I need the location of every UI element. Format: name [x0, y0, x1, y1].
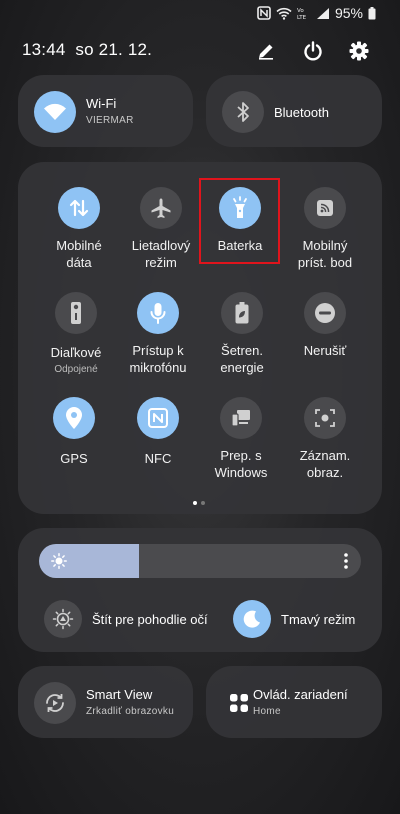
power-icon[interactable] — [300, 38, 326, 64]
tile-label: Diaľkové — [50, 345, 102, 360]
tile-nfc[interactable]: NFC — [115, 397, 201, 467]
smart-view-sub: Zrkadliť obrazovku — [86, 706, 175, 717]
page-indicator — [193, 501, 205, 505]
tile-power-saving[interactable]: Šetren. energie — [199, 292, 285, 376]
sun-icon — [51, 553, 67, 574]
device-control-sub: Home — [253, 706, 281, 717]
link-to-windows-icon[interactable] — [220, 397, 262, 439]
settings-gear-icon[interactable] — [346, 38, 372, 64]
wifi-tile[interactable]: Wi-Fi VIERMAR — [18, 75, 193, 147]
tile-label: GPS — [60, 451, 88, 466]
eye-comfort-label: Štít pre pohodlie očí — [92, 611, 208, 627]
tile-label: Prep. s Windows — [214, 448, 268, 480]
microphone-icon[interactable] — [137, 292, 179, 334]
tile-label: NFC — [144, 451, 172, 466]
battery-percent: 95% — [334, 5, 363, 21]
tile-label: Šetren. energie — [220, 343, 264, 375]
status-bar: Vo LTE 95% — [257, 4, 376, 22]
bluetooth-icon[interactable] — [222, 91, 264, 133]
battery-saver-icon[interactable] — [221, 292, 263, 334]
tile-mic-access[interactable]: Prístup k mikrofónu — [115, 292, 201, 376]
wifi-icon[interactable] — [34, 91, 76, 133]
dark-mode-label: Tmavý režim — [281, 611, 356, 627]
page-dot-active — [193, 501, 197, 505]
tile-label: Mobilný príst. bod — [297, 238, 353, 270]
tile-screen-recorder[interactable]: Záznam. obraz. — [282, 397, 368, 481]
airplane-icon[interactable] — [140, 187, 182, 229]
svg-text:LTE: LTE — [297, 15, 307, 20]
signal-icon — [316, 7, 330, 20]
highlight-box — [199, 178, 280, 264]
mobile-data-icon[interactable] — [58, 187, 100, 229]
tile-hotspot[interactable]: Mobilný príst. bod — [282, 187, 368, 271]
smart-view-icon[interactable] — [34, 682, 76, 724]
tile-sublabel: Odpojené — [54, 364, 98, 375]
tile-mobile-data[interactable]: Mobilné dáta — [36, 187, 122, 271]
dark-mode-toggle[interactable]: Tmavý režim — [233, 600, 355, 638]
edit-pencil-icon[interactable] — [253, 38, 279, 64]
screen-recorder-icon[interactable] — [304, 397, 346, 439]
bluetooth-tile[interactable]: Bluetooth — [206, 75, 382, 147]
eye-comfort-toggle[interactable]: Štít pre pohodlie očí — [44, 600, 208, 638]
volte-icon: Vo LTE — [297, 6, 311, 20]
smart-view-tile[interactable]: Smart View Zrkadliť obrazovku — [18, 666, 193, 738]
wifi-title: Wi-Fi — [86, 96, 117, 111]
battery-icon — [368, 6, 376, 20]
bluetooth-title: Bluetooth — [274, 105, 329, 120]
tile-label: Záznam. obraz. — [299, 448, 351, 480]
tile-link-to-windows[interactable]: Prep. s Windows — [198, 397, 284, 481]
moon-icon[interactable] — [233, 600, 271, 638]
eye-comfort-icon[interactable] — [44, 600, 82, 638]
tile-remote[interactable]: Diaľkové Odpojené — [33, 292, 119, 377]
wifi-network: VIERMAR — [86, 115, 134, 126]
nfc-status-icon — [257, 6, 271, 20]
smart-view-title: Smart View — [86, 687, 153, 702]
do-not-disturb-icon[interactable] — [304, 292, 346, 334]
device-control-tile[interactable]: Ovlád. zariadení Home — [206, 666, 382, 738]
wifi-status-icon — [276, 7, 292, 20]
location-pin-icon[interactable] — [53, 397, 95, 439]
tile-airplane-mode[interactable]: Lietadlový režim — [118, 187, 204, 271]
tile-label: Lietadlový režim — [131, 238, 191, 270]
nfc-icon[interactable] — [137, 397, 179, 439]
tile-label: Prístup k mikrofónu — [129, 343, 187, 375]
tile-label: Nerušiť — [303, 343, 347, 358]
time: 13:44 — [22, 40, 66, 59]
tile-do-not-disturb[interactable]: Nerušiť — [282, 292, 368, 359]
more-options-icon[interactable] — [343, 552, 349, 575]
date: so 21. 12. — [75, 40, 153, 59]
hotspot-icon[interactable] — [304, 187, 346, 229]
tile-gps[interactable]: GPS — [31, 397, 117, 467]
page-dot — [201, 501, 205, 505]
svg-text:Vo: Vo — [297, 8, 304, 14]
tile-label: Mobilné dáta — [56, 238, 102, 270]
brightness-slider[interactable] — [39, 544, 361, 578]
clock-date: 13:44 so 21. 12. — [22, 40, 152, 60]
device-control-title: Ovlád. zariadení — [253, 687, 348, 702]
brightness-panel: Štít pre pohodlie očí Tmavý režim — [18, 528, 382, 652]
remote-control-icon[interactable] — [55, 292, 97, 334]
